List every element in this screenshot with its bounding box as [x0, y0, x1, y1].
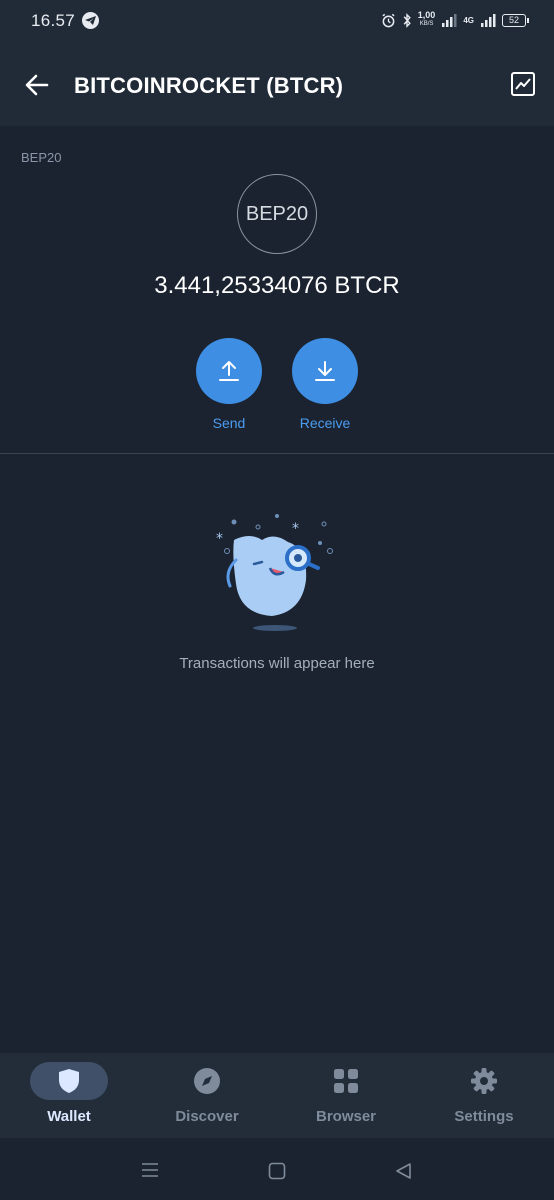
token-logo-text: BEP20 — [245, 202, 309, 225]
home-icon[interactable] — [268, 1162, 286, 1180]
page-title: BITCOINROCKET (BTCR) — [74, 73, 344, 98]
line-chart-icon — [511, 72, 535, 96]
receive-button[interactable]: Receive — [275, 338, 375, 431]
speed-unit: KB/S — [419, 21, 434, 27]
status-time: 16.57 — [31, 11, 76, 30]
send-button[interactable]: Send — [179, 338, 279, 431]
compass-icon — [194, 1068, 220, 1094]
receive-circle[interactable] — [292, 338, 358, 404]
app-bar: BITCOINROCKET (BTCR) — [0, 44, 554, 126]
network-speed: 1,00 KB/S — [418, 11, 436, 29]
token-logo: BEP20 — [237, 174, 317, 254]
signal-icon-2 — [481, 14, 496, 27]
download-icon — [315, 361, 335, 381]
token-balance: 3.441,25334076 BTCR — [154, 272, 400, 299]
receive-label: Receive — [299, 415, 351, 431]
alarm-icon — [382, 13, 395, 27]
nav-wallet-label: Wallet — [47, 1108, 91, 1125]
divider — [0, 453, 554, 454]
upload-icon — [219, 361, 239, 381]
nav-settings-label: Settings — [454, 1108, 514, 1125]
nav-browser[interactable]: Browser — [277, 1053, 415, 1138]
bluetooth-icon — [403, 12, 411, 28]
status-bar: 16.57 1,00 KB/S 4G 52 — [0, 0, 554, 44]
empty-transactions-illustration: * * — [216, 514, 333, 631]
nav-wallet[interactable]: Wallet — [0, 1053, 138, 1138]
svg-text:*: * — [292, 521, 299, 537]
status-icons: 1,00 KB/S 4G 52 — [381, 10, 529, 30]
bottom-navigation: Wallet Discover Browser Settings — [0, 1053, 554, 1138]
speed-value: 1,00 — [417, 10, 436, 20]
nav-settings[interactable]: Settings — [415, 1053, 553, 1138]
menu-icon[interactable] — [141, 1162, 159, 1178]
price-chart-button[interactable] — [510, 71, 536, 97]
nav-wallet-pill[interactable] — [30, 1062, 108, 1100]
system-navigation-bar — [0, 1138, 554, 1200]
send-label: Send — [212, 415, 246, 431]
signal-icon — [442, 14, 457, 27]
nav-settings-pill[interactable] — [445, 1062, 523, 1100]
nav-browser-pill[interactable] — [307, 1062, 385, 1100]
token-header: BEP20 BEP20 3.441,25334076 BTCR Send Rec… — [0, 126, 554, 453]
network-type: 4G — [463, 15, 474, 25]
nav-discover-label: Discover — [175, 1108, 239, 1125]
back-nav-icon[interactable] — [394, 1162, 412, 1180]
nav-discover[interactable]: Discover — [138, 1053, 276, 1138]
empty-state-message: Transactions will appear here — [179, 655, 375, 672]
svg-text:*: * — [216, 531, 223, 547]
shield-icon — [59, 1069, 79, 1093]
nav-discover-pill[interactable] — [168, 1062, 246, 1100]
back-button[interactable] — [22, 70, 52, 100]
telegram-icon — [82, 12, 99, 29]
nav-browser-label: Browser — [315, 1108, 377, 1125]
send-circle[interactable] — [196, 338, 262, 404]
network-label: BEP20 — [21, 150, 62, 165]
arrow-left-icon — [25, 74, 49, 96]
battery-indicator: 52 — [502, 13, 529, 27]
gear-icon — [471, 1068, 497, 1094]
grid-icon — [334, 1069, 358, 1093]
